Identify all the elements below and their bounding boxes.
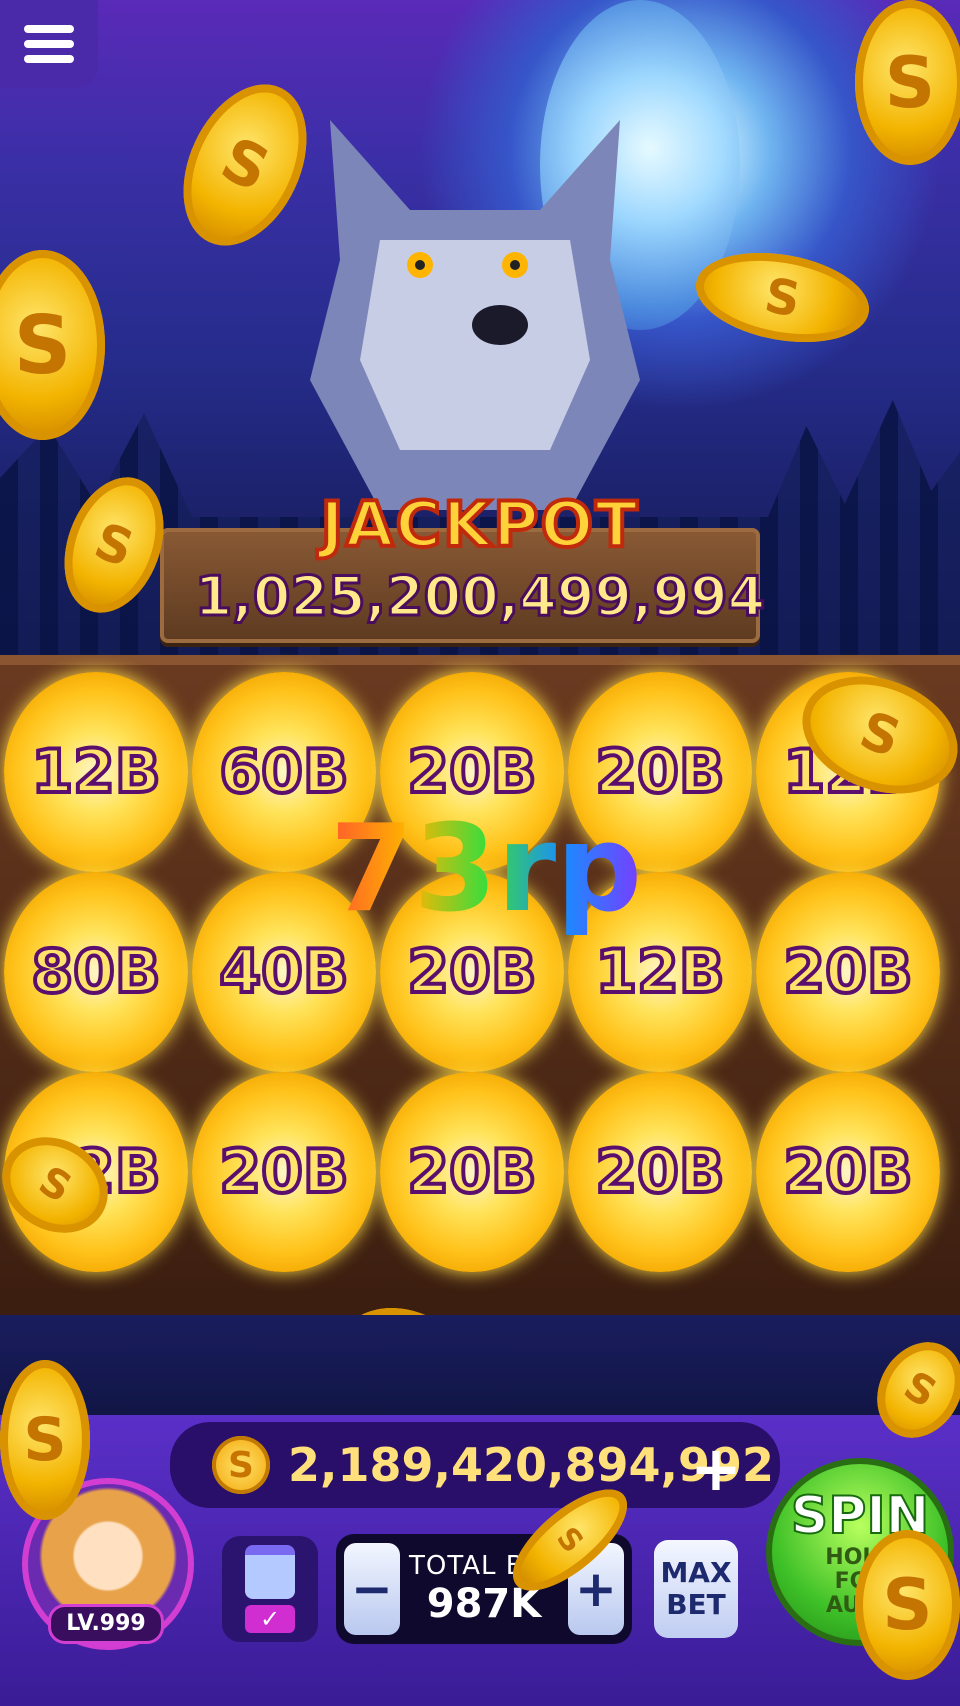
menu-icon-bar [24, 40, 74, 48]
balance-bar: S 2,189,420,894,992 [170, 1422, 780, 1508]
overlay-watermark: 73rp [330, 800, 643, 939]
reel-value: 20B [405, 1135, 538, 1209]
checkmark-icon: ✓ [245, 1605, 295, 1633]
reel-cell: 20B [568, 1072, 752, 1272]
reel-value: 80B [29, 935, 162, 1009]
add-coins-button[interactable]: + [690, 1432, 742, 1505]
flying-coin-icon: S [855, 0, 960, 165]
reel-value: 20B [593, 735, 726, 809]
reel-value: 20B [405, 935, 538, 1009]
reel-cell: 20B [756, 872, 940, 1072]
reel-cell: 20B [380, 1072, 564, 1272]
coin-icon: S [212, 1436, 270, 1494]
reel-cell: 20B [756, 1072, 940, 1272]
decrease-bet-button[interactable]: − [344, 1543, 400, 1635]
flying-coin-icon: S [855, 1530, 960, 1680]
reel-value: 20B [405, 735, 538, 809]
daily-bonus-button[interactable]: ✓ [222, 1536, 318, 1642]
menu-button[interactable] [0, 0, 98, 88]
reel-grid: 12B 60B 20B 20B 12B 80B 40B 20B 12B 20B … [0, 672, 960, 1272]
max-bet-button[interactable]: MAX BET [654, 1540, 738, 1638]
max-bet-label-line2: BET [666, 1588, 726, 1621]
reel-value: 40B [217, 935, 350, 1009]
reel-value: 20B [781, 1135, 914, 1209]
reel-cell: 20B [192, 1072, 376, 1272]
flying-coin-icon: S [0, 1360, 90, 1520]
reel-cell: 80B [4, 872, 188, 1072]
reel-value: 20B [217, 1135, 350, 1209]
player-level-badge: LV.999 [48, 1604, 164, 1644]
reel-value: 20B [781, 935, 914, 1009]
reel-value: 12B [593, 935, 726, 1009]
reel-cell: 12B [4, 672, 188, 872]
reel-value: 12B [29, 735, 162, 809]
calendar-icon [245, 1545, 295, 1599]
max-bet-label-line1: MAX [660, 1556, 732, 1589]
menu-icon-bar [24, 55, 74, 63]
wolf-illustration [310, 120, 640, 510]
reel-value: 20B [593, 1135, 726, 1209]
menu-icon [24, 25, 74, 33]
reel-value: 60B [217, 735, 350, 809]
